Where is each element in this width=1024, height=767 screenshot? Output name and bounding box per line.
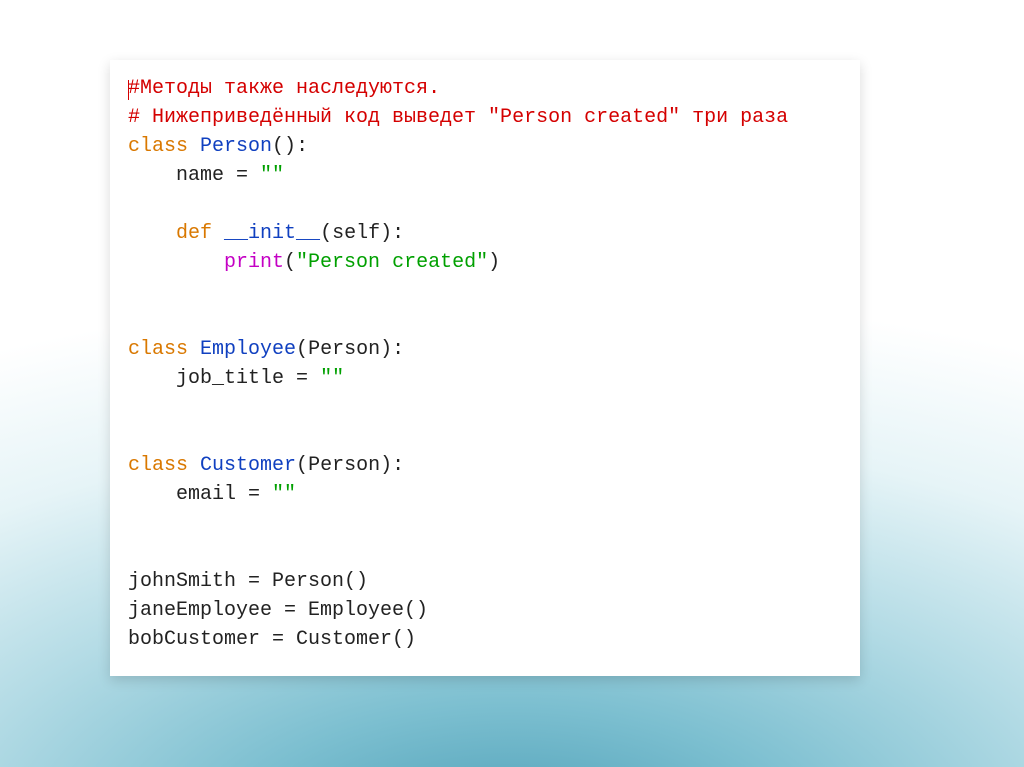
assign-jane: janeEmployee = Employee() [128, 599, 428, 622]
comment-line-1: #Методы также наследуются. [128, 77, 440, 100]
classname-person: Person [200, 135, 272, 158]
paren-close-2: ) [380, 338, 392, 361]
assign-john: johnSmith = Person() [128, 570, 368, 593]
paren-close-3: ) [380, 454, 392, 477]
eq-2: = [284, 367, 320, 390]
colon-3: : [392, 454, 404, 477]
str-empty-3: "" [272, 483, 296, 506]
paren-open-3: ( [296, 454, 308, 477]
attr-name: name [176, 164, 224, 187]
self-param: (self): [320, 222, 404, 245]
assign-bob: bobCustomer = Customer() [128, 628, 416, 651]
code-card: #Методы также наследуются. # Нижеприведё… [110, 60, 860, 676]
init-name: __init__ [224, 222, 320, 245]
code-block: #Методы также наследуются. # Нижеприведё… [128, 74, 842, 654]
paren-open-2: ( [296, 338, 308, 361]
kw-def: def [176, 222, 212, 245]
str-empty-1: "" [260, 164, 284, 187]
classname-employee: Employee [200, 338, 296, 361]
kw-class-2: class [128, 338, 188, 361]
colon-1: : [296, 135, 308, 158]
paren-empty-1: () [272, 135, 296, 158]
comment-line-2: # Нижеприведённый код выведет "Person cr… [128, 106, 788, 129]
eq-1: = [224, 164, 260, 187]
attr-job: job_title [176, 367, 284, 390]
colon-2: : [392, 338, 404, 361]
paren-open-1: ( [284, 251, 296, 274]
paren-close-1: ) [488, 251, 500, 274]
classname-customer: Customer [200, 454, 296, 477]
base-person-2: Person [308, 454, 380, 477]
str-empty-2: "" [320, 367, 344, 390]
base-person-1: Person [308, 338, 380, 361]
eq-3: = [236, 483, 272, 506]
slide-background: #Методы также наследуются. # Нижеприведё… [0, 0, 1024, 767]
print-fn: print [224, 251, 284, 274]
print-arg: "Person created" [296, 251, 488, 274]
kw-class-3: class [128, 454, 188, 477]
kw-class-1: class [128, 135, 188, 158]
attr-email: email [176, 483, 236, 506]
